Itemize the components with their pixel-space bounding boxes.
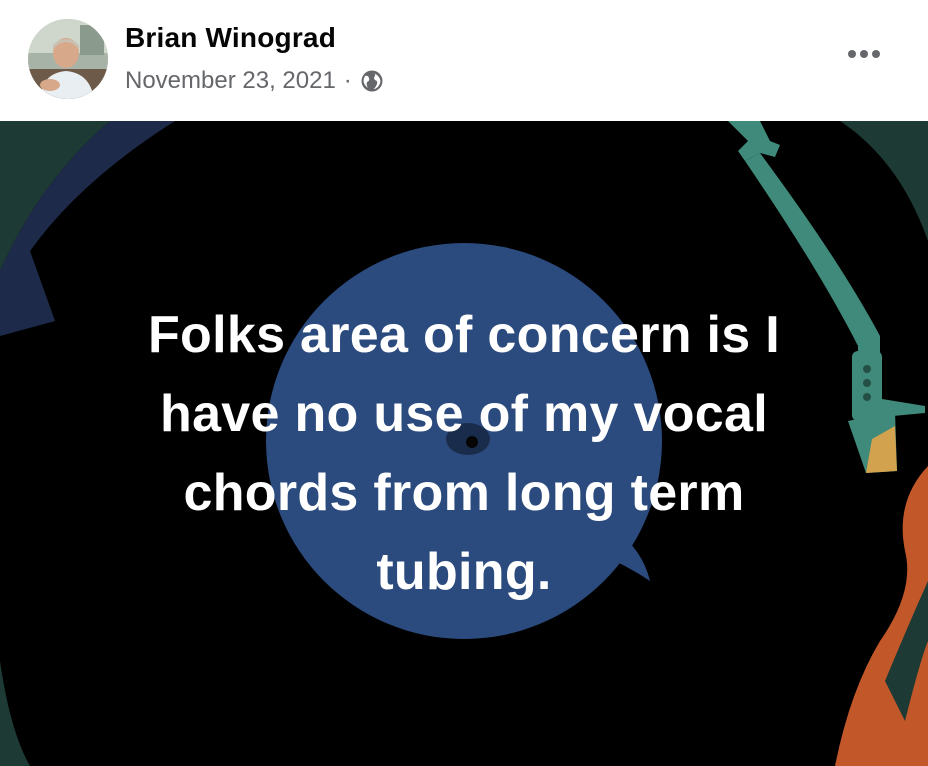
post-meta: November 23, 2021 · [125,64,384,98]
post-date[interactable]: November 23, 2021 [125,67,336,95]
more-options-button[interactable] [840,36,888,72]
post-background-image[interactable]: Folks area of concern is I have no use o… [0,121,928,766]
post-header: Brian Winograd November 23, 2021 · [0,0,928,121]
ellipsis-icon [848,50,880,58]
avatar[interactable] [28,19,108,99]
globe-icon[interactable] [360,69,384,93]
avatar-photo [28,19,108,99]
meta-separator: · [343,67,352,94]
author-name[interactable]: Brian Winograd [125,22,336,54]
post-text: Folks area of concern is I have no use o… [147,306,781,601]
